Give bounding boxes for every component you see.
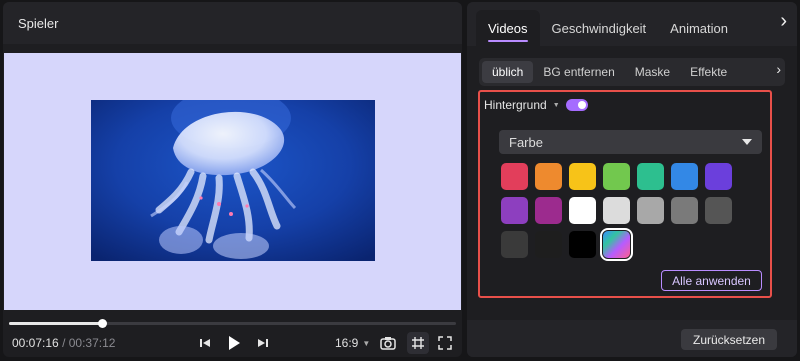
- color-swatch[interactable]: [501, 231, 528, 258]
- subtab-effekte[interactable]: Effekte: [680, 61, 737, 83]
- video-preview: [91, 100, 375, 261]
- color-swatch[interactable]: [705, 163, 732, 190]
- color-swatch[interactable]: [569, 197, 596, 224]
- chevron-right-icon[interactable]: ›: [773, 61, 781, 77]
- properties-panel: Videos Geschwindigkeit Animation › üblic…: [467, 2, 797, 357]
- sub-tabs: üblich BG entfernen Maske Effekte ›: [479, 58, 785, 86]
- grid-button[interactable]: [407, 332, 429, 354]
- aspect-ratio-select[interactable]: 16:9 ▼: [335, 336, 370, 350]
- background-toggle[interactable]: [565, 99, 588, 111]
- aspect-ratio-value: 16:9: [335, 336, 359, 350]
- color-swatch[interactable]: [705, 197, 732, 224]
- color-swatch[interactable]: [535, 163, 562, 190]
- tab-animation[interactable]: Animation: [658, 10, 740, 46]
- color-swatch[interactable]: [501, 163, 528, 190]
- subtab-ublich[interactable]: üblich: [482, 61, 534, 83]
- chevron-right-icon[interactable]: ›: [780, 11, 787, 31]
- color-swatch[interactable]: [569, 231, 596, 258]
- subtab-bg-entfernen[interactable]: BG entfernen: [533, 61, 624, 83]
- time-total: 00:37:12: [68, 336, 116, 350]
- caret-down-icon: [742, 139, 752, 145]
- tab-geschwindigkeit[interactable]: Geschwindigkeit: [540, 10, 659, 46]
- time-readout: 00:07:16 / 00:37:12: [12, 336, 115, 350]
- jellyfish-image: [91, 100, 375, 261]
- background-section: Hintergrund ▼ Farbe Alle anwenden: [478, 90, 772, 298]
- color-swatch[interactable]: [671, 197, 698, 224]
- main-tabs: Videos Geschwindigkeit Animation ›: [467, 2, 797, 46]
- color-swatch[interactable]: [603, 163, 630, 190]
- color-swatch[interactable]: [501, 197, 528, 224]
- skip-back-icon[interactable]: [198, 335, 212, 351]
- chevron-down-icon: ▼: [362, 338, 371, 348]
- play-icon[interactable]: [226, 335, 242, 351]
- camera-icon[interactable]: [379, 335, 397, 351]
- time-separator: /: [62, 336, 66, 350]
- apply-all-button[interactable]: Alle anwenden: [661, 270, 762, 291]
- background-header: Hintergrund ▼: [484, 98, 588, 112]
- color-swatch[interactable]: [671, 163, 698, 190]
- chevron-down-icon[interactable]: ▼: [553, 102, 560, 109]
- gradient-swatch[interactable]: [600, 228, 633, 261]
- grid-icon: [412, 337, 424, 349]
- color-swatch[interactable]: [569, 163, 596, 190]
- color-swatch[interactable]: [637, 163, 664, 190]
- player-title: Spieler: [18, 15, 59, 31]
- skip-forward-icon[interactable]: [256, 335, 270, 351]
- player-panel: Spieler 00:07:16 / 00:37:12 16:9 ▼: [3, 2, 462, 357]
- color-swatch[interactable]: [535, 197, 562, 224]
- video-canvas[interactable]: [4, 53, 461, 310]
- progress-bar[interactable]: [9, 319, 456, 328]
- color-swatch[interactable]: [603, 197, 630, 224]
- tab-videos[interactable]: Videos: [476, 10, 540, 46]
- fullscreen-icon[interactable]: [437, 335, 453, 351]
- time-current: 00:07:16: [12, 336, 59, 350]
- reset-button[interactable]: Zurücksetzen: [681, 329, 777, 350]
- player-header: Spieler: [3, 2, 462, 44]
- progress-fill: [9, 322, 102, 325]
- background-mode-select[interactable]: Farbe: [499, 130, 762, 154]
- background-label: Hintergrund: [484, 98, 547, 112]
- background-mode-value: Farbe: [509, 134, 543, 150]
- properties-footer: Zurücksetzen: [467, 320, 797, 357]
- progress-handle[interactable]: [97, 319, 107, 328]
- color-swatch[interactable]: [637, 197, 664, 224]
- subtab-maske[interactable]: Maske: [625, 61, 680, 83]
- color-swatch[interactable]: [535, 231, 562, 258]
